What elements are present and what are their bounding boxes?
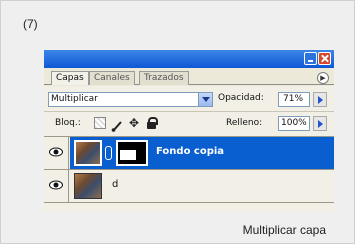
figure-frame: (7) Capas Canales Trazados ▶ Multiplicar… bbox=[0, 0, 355, 244]
lock-move-icon[interactable]: ✥ bbox=[128, 117, 140, 129]
chain-link-icon[interactable] bbox=[105, 146, 112, 160]
lock-transparency-icon[interactable] bbox=[94, 117, 106, 129]
close-button[interactable] bbox=[318, 52, 331, 65]
panel-body: Multiplicar Opacidad: 71% Bloq.: ✥ Relle… bbox=[44, 86, 334, 212]
fill-slider-arrow-icon[interactable] bbox=[313, 116, 327, 131]
lock-paint-brush-icon[interactable] bbox=[111, 117, 123, 132]
layer-name: Fondo copia bbox=[156, 146, 225, 157]
opacity-label: Opacidad: bbox=[218, 93, 264, 103]
visibility-toggle[interactable] bbox=[44, 170, 69, 202]
fill-field[interactable]: 100% bbox=[278, 116, 310, 131]
layer-thumbnail bbox=[74, 140, 102, 166]
panel-menu-arrow-icon[interactable]: ▶ bbox=[317, 72, 329, 84]
blend-mode-select[interactable]: Multiplicar bbox=[48, 92, 213, 107]
layer-row-fondo-copia[interactable]: Fondo copia bbox=[44, 137, 334, 170]
visibility-toggle[interactable] bbox=[44, 137, 69, 169]
divider bbox=[44, 111, 334, 112]
layer-content[interactable]: d bbox=[70, 170, 334, 202]
chevron-down-icon[interactable] bbox=[198, 93, 212, 106]
layer-thumbnail bbox=[74, 173, 102, 199]
layer-name: d bbox=[112, 179, 119, 190]
lock-all-icon[interactable] bbox=[145, 117, 158, 129]
eye-icon bbox=[49, 180, 63, 190]
blend-mode-value: Multiplicar bbox=[51, 94, 98, 104]
minimize-button[interactable] bbox=[304, 52, 317, 65]
lock-label: Bloq.: bbox=[55, 118, 81, 128]
tab-capas[interactable]: Capas bbox=[51, 71, 89, 85]
eye-icon bbox=[49, 147, 63, 157]
panel-tabs: Capas Canales Trazados ▶ bbox=[44, 68, 334, 85]
figure-caption: Multiplicar capa bbox=[242, 223, 326, 237]
tab-trazados[interactable]: Trazados bbox=[139, 71, 189, 85]
layer-row-d[interactable]: d bbox=[44, 170, 334, 203]
opacity-slider-arrow-icon[interactable] bbox=[313, 92, 327, 107]
tab-canales[interactable]: Canales bbox=[89, 71, 135, 85]
opacity-field[interactable]: 71% bbox=[278, 92, 310, 107]
figure-number: (7) bbox=[23, 17, 38, 31]
panel-titlebar[interactable] bbox=[44, 50, 334, 68]
fill-label: Relleno: bbox=[226, 118, 263, 128]
layer-mask-thumbnail[interactable] bbox=[116, 140, 148, 166]
layers-panel-window: Capas Canales Trazados ▶ Multiplicar Opa… bbox=[44, 50, 334, 212]
layer-content[interactable]: Fondo copia bbox=[70, 137, 334, 169]
